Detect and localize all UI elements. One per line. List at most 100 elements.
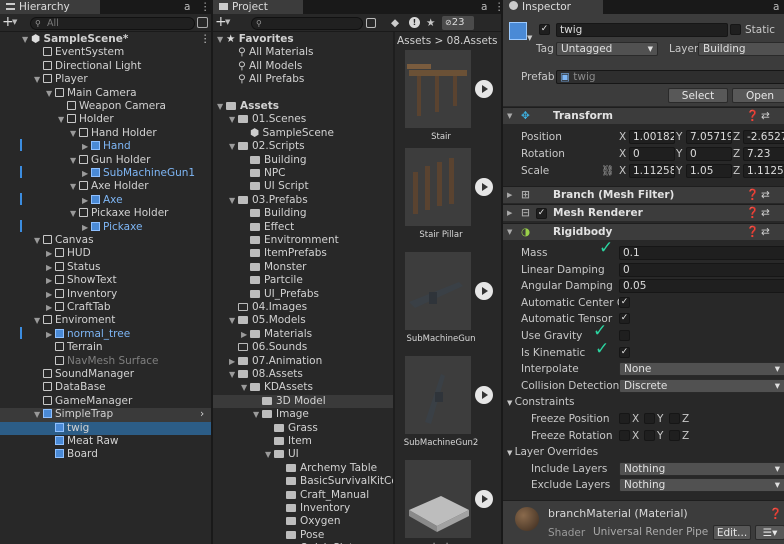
hierarchy-item[interactable]: ▼ Gun Holder [0,154,211,167]
axis-z-label[interactable]: Z [733,163,740,179]
axis-x-label[interactable]: X [619,146,626,162]
transform-position-y-field[interactable]: 7.057196 [686,130,732,144]
transform-rotation-y-field[interactable]: 0 [686,147,732,161]
shader-dropdown[interactable]: Universal Render Pipel ▾ [589,526,709,540]
axis-z-label[interactable]: Z [733,146,740,162]
chevron-down-icon[interactable]: ▼ [229,140,238,153]
play-preview-icon[interactable] [475,490,493,508]
chevron-down-icon[interactable]: ▼ [217,33,226,46]
transform-rotation-x-field[interactable]: 0 [629,147,675,161]
hierarchy-item[interactable]: ▼ Pickaxe Holder [0,207,211,220]
rigidbody-collision-dropdown[interactable]: Discrete ▾ [619,378,784,393]
folder-item[interactable]: BasicSurvivalKitCon [213,475,404,488]
folder-item[interactable]: ▼ Image [213,408,393,421]
tab-project[interactable]: Project [213,0,303,14]
hierarchy-item[interactable]: ▼ Canvas [0,234,211,247]
rigidbody-header[interactable]: ▼ ◑ Rigidbody ❓ ⇄ [503,223,784,240]
rigidbody-checkbox[interactable]: ✓ [619,313,630,325]
icon-dropdown-icon[interactable]: ▼ [527,34,532,42]
folder-item[interactable]: ▼ 08.Assets [213,368,393,381]
folder-item[interactable]: ▼ UI [213,448,393,461]
chevron-right-icon[interactable]: ▶ [46,247,55,260]
hierarchy-item[interactable]: GameManager [0,395,211,408]
hierarchy-item[interactable]: SoundManager [0,368,211,381]
hierarchy-item[interactable]: Directional Light [0,60,211,73]
hierarchy-item[interactable]: ▼ Player [0,73,211,86]
help-icon[interactable]: ❓ [746,187,759,204]
hierarchy-item[interactable]: ▼ SimpleTrap › [0,408,211,422]
tab-hierarchy[interactable]: Hierarchy [0,0,100,14]
shader-menu-button[interactable]: ☰▾ [755,525,784,540]
rigidbody-checkbox[interactable]: ✓ [619,296,630,308]
presets-icon[interactable]: ⇄ [761,187,770,204]
chevron-down-icon[interactable]: ▼ [253,408,262,421]
folder-item[interactable]: ▼ 03.Prefabs [213,194,393,207]
folder-item[interactable]: Envitromment [213,234,393,247]
chevron-right-icon[interactable]: ▶ [82,140,91,153]
chevron-down-icon[interactable]: ▼ [70,207,79,220]
prefab-asset-field[interactable]: ▣ twig [556,70,784,84]
mesh-renderer-enabled-checkbox[interactable]: ✓ [536,208,547,219]
open-button[interactable]: Open [732,88,784,103]
hierarchy-item[interactable]: EventSystem [0,46,211,59]
add-dropdown-icon[interactable]: ▼ [225,14,230,31]
transform-scale-y-field[interactable]: 1.05 [686,164,732,178]
link-icon[interactable]: ⛓ [601,164,614,177]
constraint-x-checkbox[interactable] [619,429,630,441]
chevron-down-icon[interactable]: ▼ [229,194,238,207]
transform-scale-x-field[interactable]: 1.112588 [629,164,675,178]
favorite-star-icon[interactable]: ★ [426,15,435,31]
folder-item[interactable]: 04.Images [213,301,393,314]
axis-x-label[interactable]: X [619,163,626,179]
hierarchy-item[interactable]: ▶ ShowText [0,274,211,287]
folder-item[interactable]: ▶ Materials [213,328,393,341]
edit-shader-button[interactable]: Edit... [713,525,751,540]
mesh-filter-header[interactable]: ▶ ⊞ Branch (Mesh Filter) ❓ ⇄ [503,186,784,203]
axis-z-label[interactable]: Z [733,129,740,145]
hierarchy-item[interactable]: NavMesh Surface [0,355,211,368]
hierarchy-item[interactable]: ▶ normal_tree [0,328,211,341]
favorite-item[interactable]: ⚲ All Materials [213,46,393,59]
chevron-right-icon[interactable]: ▶ [46,328,55,341]
transform-position-x-field[interactable]: 1.00182 [629,130,675,144]
hierarchy-item[interactable]: ▶ Inventory [0,288,211,301]
menu-icon[interactable]: ⋮ [494,0,501,14]
presets-icon[interactable]: ⇄ [761,224,770,241]
rigidbody-interpolate-dropdown[interactable]: None ▾ [619,362,784,377]
folder-item[interactable]: 3D Model [213,394,393,409]
hierarchy-item[interactable]: Board [0,448,211,461]
favorite-item[interactable]: ▼ ★ Favorites [213,33,393,46]
hierarchy-item[interactable]: ▼ Axe Holder [0,180,211,193]
folder-item[interactable]: ▼ 01.Scenes [213,113,393,126]
rigidbody-constraints-label[interactable]: ▼ Constraints [507,394,575,410]
folder-item[interactable]: Building [213,154,393,167]
folder-item[interactable]: UI_Prefabs [213,288,393,301]
folder-item[interactable]: Craft_Manual [213,489,393,502]
hierarchy-item[interactable]: ▼ Hand Holder [0,127,211,140]
asset-thumbnail[interactable] [405,356,471,434]
hierarchy-item[interactable]: ▶ CraftTab [0,301,211,314]
hierarchy-item[interactable]: ▶ Axe [0,194,211,207]
axis-y-label[interactable]: Y [676,129,682,145]
rigidbody-linear-damping-field[interactable]: 0 [619,262,784,277]
constraint-y-checkbox[interactable] [644,429,655,441]
hierarchy-search-input[interactable]: ⚲ All [30,17,195,30]
rigidbody-layer-overrides-label[interactable]: ▼ Layer Overrides [507,444,598,460]
constraint-y-checkbox[interactable] [644,413,655,424]
chevron-down-icon[interactable]: ▼ [229,368,238,381]
add-dropdown-icon[interactable]: ▼ [12,14,17,31]
folder-item[interactable]: Building [213,207,393,220]
chevron-down-icon[interactable]: ▼ [241,381,250,394]
chevron-down-icon[interactable]: ▼ [34,234,43,247]
hierarchy-item[interactable]: ▼ Enviroment [0,314,211,327]
folder-item[interactable]: ▼ KDAssets [213,381,393,394]
favorite-item[interactable]: ⬢ SampleScene [213,127,393,140]
lock-icon[interactable]: a [184,0,190,14]
transform-header[interactable]: ▼ ✥ Transform ❓ ⇄ [503,107,784,124]
chevron-right-icon[interactable]: ▶ [82,194,91,207]
hierarchy-item[interactable]: Terrain [0,341,211,354]
chevron-right-icon[interactable]: ▶ [46,261,55,274]
rigidbody-checkbox[interactable]: ✓ [619,346,630,358]
hidden-count-badge[interactable]: ⊘23 [442,16,474,30]
play-preview-icon[interactable] [475,178,493,196]
